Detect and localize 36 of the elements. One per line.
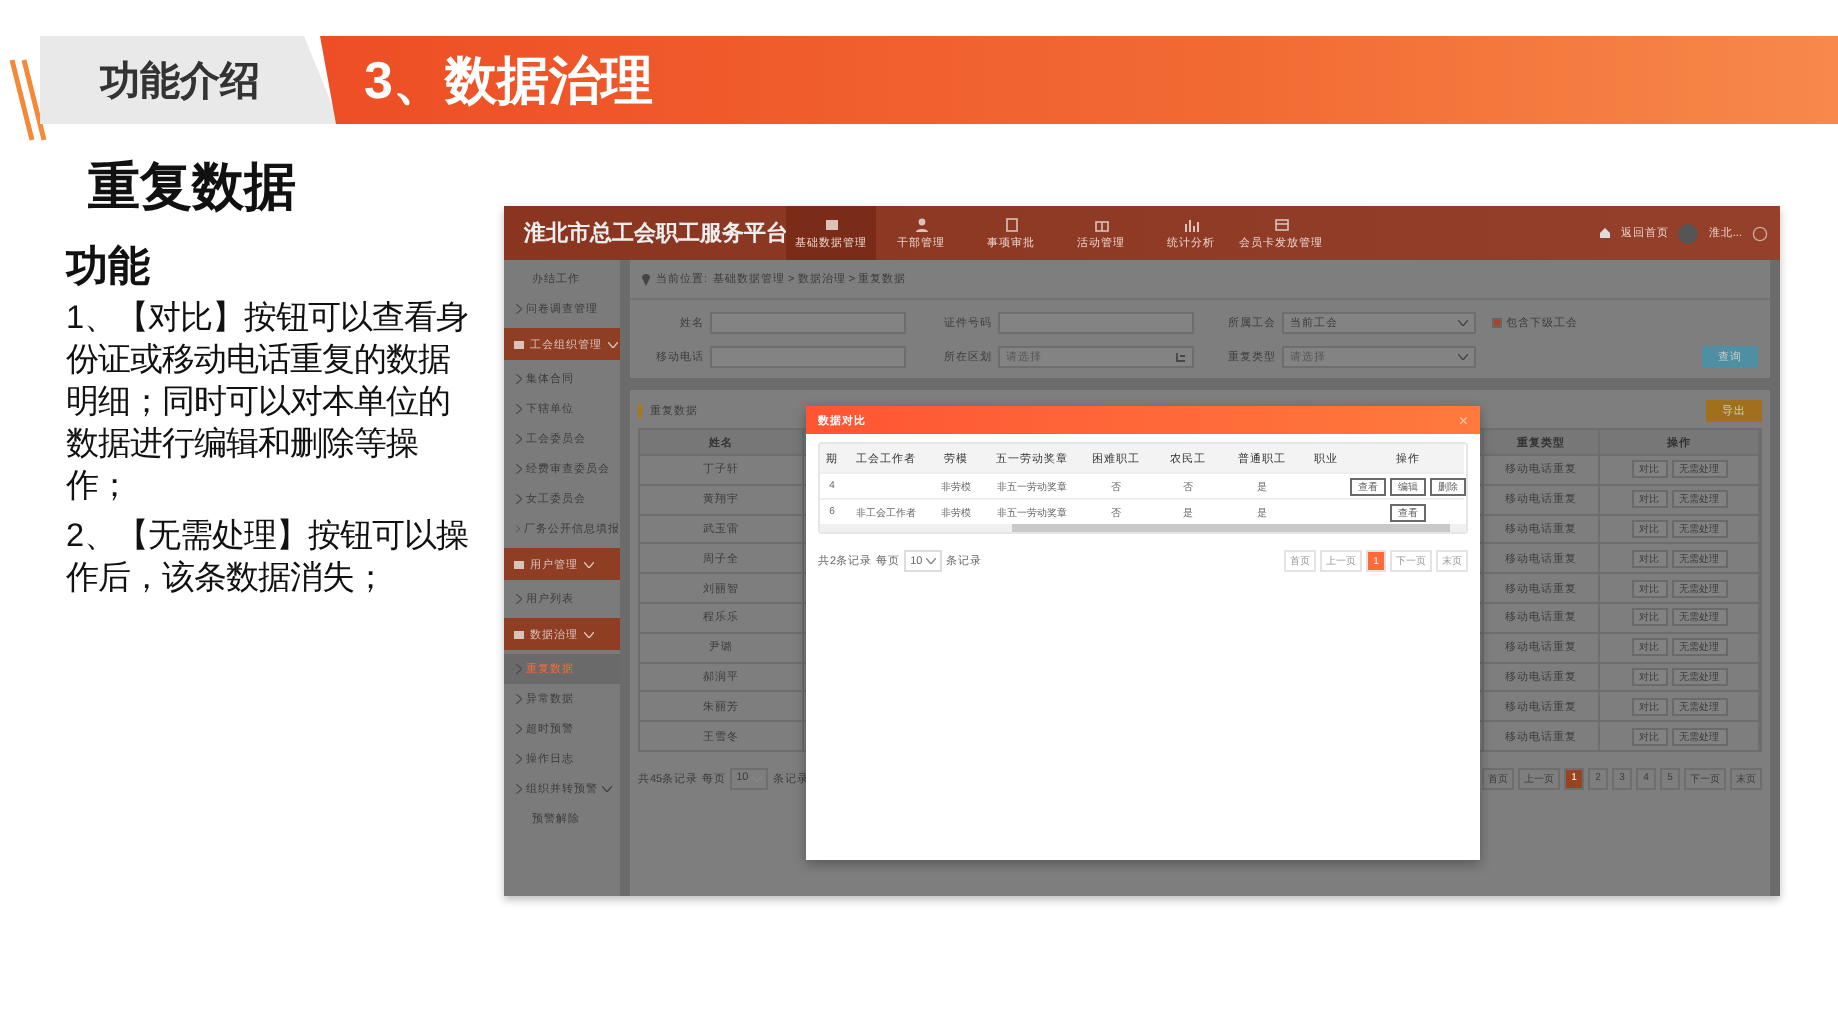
gift-icon (1093, 217, 1109, 231)
location-pin-icon (642, 273, 650, 285)
description-text: 1、【对比】按钮可以查看身份证或移动电话重复的数据明细；同时可以对本单位的数据进行编辑和删除等操作； (66, 298, 471, 508)
brand-title: 淮北市总工会职工服务平台 (524, 219, 788, 248)
chevron-right-icon (516, 784, 522, 794)
chevron-down-icon (1458, 354, 1468, 360)
horizontal-scrollbar[interactable] (820, 524, 1466, 532)
slide-heading: 重复数据 (88, 154, 296, 218)
chevron-right-icon (516, 374, 522, 384)
chevron-down-icon (1458, 320, 1468, 326)
stack-icon (514, 559, 524, 569)
document-icon (1003, 217, 1019, 231)
bar-chart-icon (1183, 217, 1199, 231)
chevron-down-icon (926, 558, 937, 564)
chevron-right-icon (516, 304, 522, 314)
tree-picker-icon (1176, 352, 1186, 362)
chevron-right-icon (516, 754, 522, 764)
chevron-right-icon (516, 594, 522, 604)
chevron-right-icon (516, 494, 522, 504)
chevron-right-icon (516, 434, 522, 444)
stack-icon (514, 629, 524, 639)
card-icon (1273, 217, 1289, 231)
stack-icon (514, 339, 524, 349)
power-icon[interactable] (1752, 225, 1768, 241)
close-button[interactable]: × (1458, 411, 1468, 429)
slide-subheading: 功能 (66, 246, 150, 290)
chevron-right-icon (516, 464, 522, 474)
database-icon (823, 217, 839, 231)
chevron-right-icon (516, 404, 522, 414)
title-banner: 3、数据治理 (320, 36, 1838, 124)
home-icon (1600, 228, 1611, 238)
chevron-right-icon (516, 724, 522, 734)
chevron-right-icon (516, 694, 522, 704)
person-icon (913, 217, 929, 231)
avatar (1678, 223, 1699, 243)
description-text: 2、【无需处理】按钮可以操作后，该条数据消失； (66, 516, 471, 600)
